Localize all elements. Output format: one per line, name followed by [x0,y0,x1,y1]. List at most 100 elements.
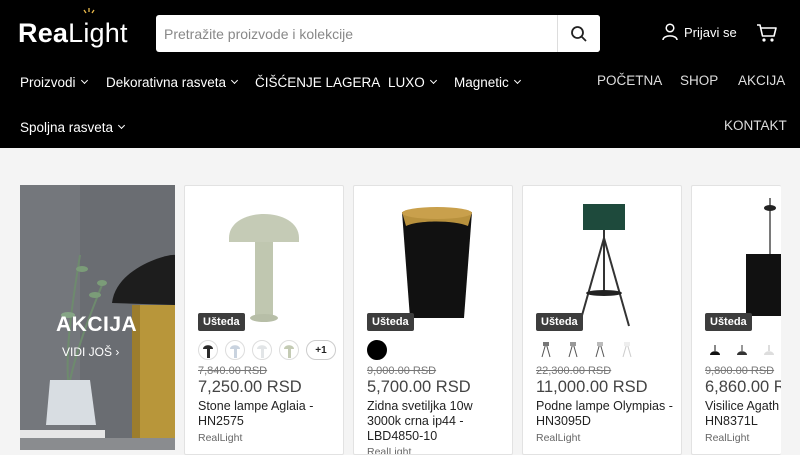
old-price: 22,300.00 RSD [536,365,612,377]
more-swatches-button[interactable]: +1 [306,340,336,360]
lamp-swatch-icon [284,345,294,358]
color-swatches [536,340,637,360]
login-label: Prijavi se [684,24,737,40]
discount-badge: Ušteda [198,313,245,331]
nav-item-spoljna-rasveta[interactable]: Spoljna rasveta [20,118,126,136]
color-swatches: +1 [198,340,336,360]
logo-light-word: Light [68,17,128,48]
chevron-down-icon [231,76,239,85]
sale-price: 5,700.00 RSD [367,378,471,396]
color-swatch-option[interactable] [617,340,637,360]
product-brand: RealLight [367,446,412,455]
product-brand: RealLight [536,432,581,444]
floor-lamp-swatch-icon [541,342,551,358]
product-card[interactable]: Ušteda 9,800.00 RSD 6,860.00 RSD Visilic… [691,185,781,455]
product-image[interactable] [384,198,490,330]
lamp-swatch-icon [203,345,213,358]
color-swatch-option[interactable] [590,340,610,360]
nav-item-proizvodi[interactable]: Proizvodi [20,73,88,91]
color-swatches [705,340,779,360]
search-button[interactable] [557,15,600,52]
old-price: 9,800.00 RSD [705,365,775,377]
color-swatch-white[interactable] [759,340,779,360]
nav-label: Magnetic [454,74,509,90]
color-swatch-blue[interactable] [225,340,245,360]
discount-badge: Ušteda [536,313,583,331]
logo-text-light: Light [68,7,128,49]
color-swatch-gray[interactable] [732,340,752,360]
product-name[interactable]: Podne lampe Olympias -HN3095D [536,399,676,429]
sale-price: 11,000.00 RSD [536,378,648,396]
product-card[interactable]: Ušteda 22,300.00 RSD 11,000.00 RSD Podne… [522,185,682,455]
reallight-logo[interactable]: Rea Light [18,7,128,50]
discount-badge: Ušteda [705,313,752,331]
old-price: 7,840.00 RSD [198,365,268,377]
pendant-swatch-icon [710,345,720,355]
promo-link-label: VIDI JOŠ [62,345,113,359]
table-lamp-image [211,198,317,330]
product-image[interactable] [211,198,317,330]
nav-item-dekorativna-rasveta[interactable]: Dekorativna rasveta [106,73,239,91]
user-icon [662,23,678,41]
chevron-down-icon [513,76,521,85]
nav-item-magnetic[interactable]: Magnetic [454,73,521,91]
lightbulb-rays-icon [83,7,95,13]
chevron-down-icon [118,121,126,130]
pendant-swatch-icon [737,345,747,355]
product-card[interactable]: Ušteda +1 7,840.00 RSD 7,250.00 RSD Ston… [184,185,344,455]
product-image[interactable] [732,198,781,330]
product-image[interactable] [551,198,657,330]
color-swatch-black[interactable] [705,340,725,360]
sale-price: 7,250.00 RSD [198,378,302,396]
promo-link[interactable]: VIDI JOŠ › [62,345,119,359]
chevron-down-icon [80,76,88,85]
pendant-lamp-image [732,198,781,330]
lamp-swatch-icon [230,345,240,358]
wall-lamp-image [384,198,490,330]
nav-label: Dekorativna rasveta [106,74,227,90]
login-link[interactable]: Prijavi se [662,23,737,41]
logo-text-bold: Rea [18,17,69,48]
search-bar [156,15,600,52]
search-icon [571,25,587,42]
floor-lamp-swatch-icon [622,342,632,358]
floor-lamp-image [551,198,657,330]
color-swatch-option[interactable] [536,340,556,360]
color-swatch-black[interactable] [367,340,387,360]
color-swatches [367,340,387,360]
floor-lamp-swatch-icon [595,342,605,358]
product-brand: RealLight [198,432,243,444]
product-brand: RealLight [705,432,750,444]
nav-link-akcija[interactable]: AKCIJA [738,73,785,88]
product-card[interactable]: Ušteda 9,000.00 RSD 5,700.00 RSD Zidna s… [353,185,513,455]
nav-link-shop[interactable]: SHOP [680,73,718,88]
site-header: Rea Light Prijavi se [0,0,800,148]
chevron-down-icon [429,76,437,85]
product-name[interactable]: Stone lampe Aglaia - HN2575 [198,399,338,429]
chevron-right-icon: › [115,345,120,359]
cart-button[interactable] [756,22,778,49]
discount-badge: Ušteda [367,313,414,331]
lamp-swatch-icon [257,345,267,358]
nav-link-kontakt[interactable]: KONTAKT [724,118,787,133]
nav-item-ciscenje-lagera[interactable]: ČIŠĆENJE LAGERA [255,73,380,91]
cart-icon [757,24,777,42]
nav-label: Proizvodi [20,74,76,90]
product-name[interactable]: Zidna svetiljka 10w 3000k crna ip44 - LB… [367,399,507,444]
color-swatch-option[interactable] [563,340,583,360]
color-swatch-green[interactable] [279,340,299,360]
sale-price: 6,860.00 RSD [705,378,781,396]
akcija-promo-banner[interactable]: AKCIJA VIDI JOŠ › [20,185,175,450]
nav-link-pocetna[interactable]: POČETNA [597,73,662,88]
search-input[interactable] [156,15,557,52]
product-name[interactable]: Visilice Agath HN8371L [705,399,781,429]
old-price: 9,000.00 RSD [367,365,437,377]
nav-label: ČIŠĆENJE LAGERA [255,74,381,90]
color-swatch-white[interactable] [252,340,272,360]
promo-title: AKCIJA [56,313,138,336]
color-swatch-black[interactable] [198,340,218,360]
floor-lamp-swatch-icon [568,342,578,358]
nav-item-luxo[interactable]: LUXO [388,73,437,91]
pendant-swatch-icon [764,345,774,355]
nav-label: LUXO [388,74,425,90]
